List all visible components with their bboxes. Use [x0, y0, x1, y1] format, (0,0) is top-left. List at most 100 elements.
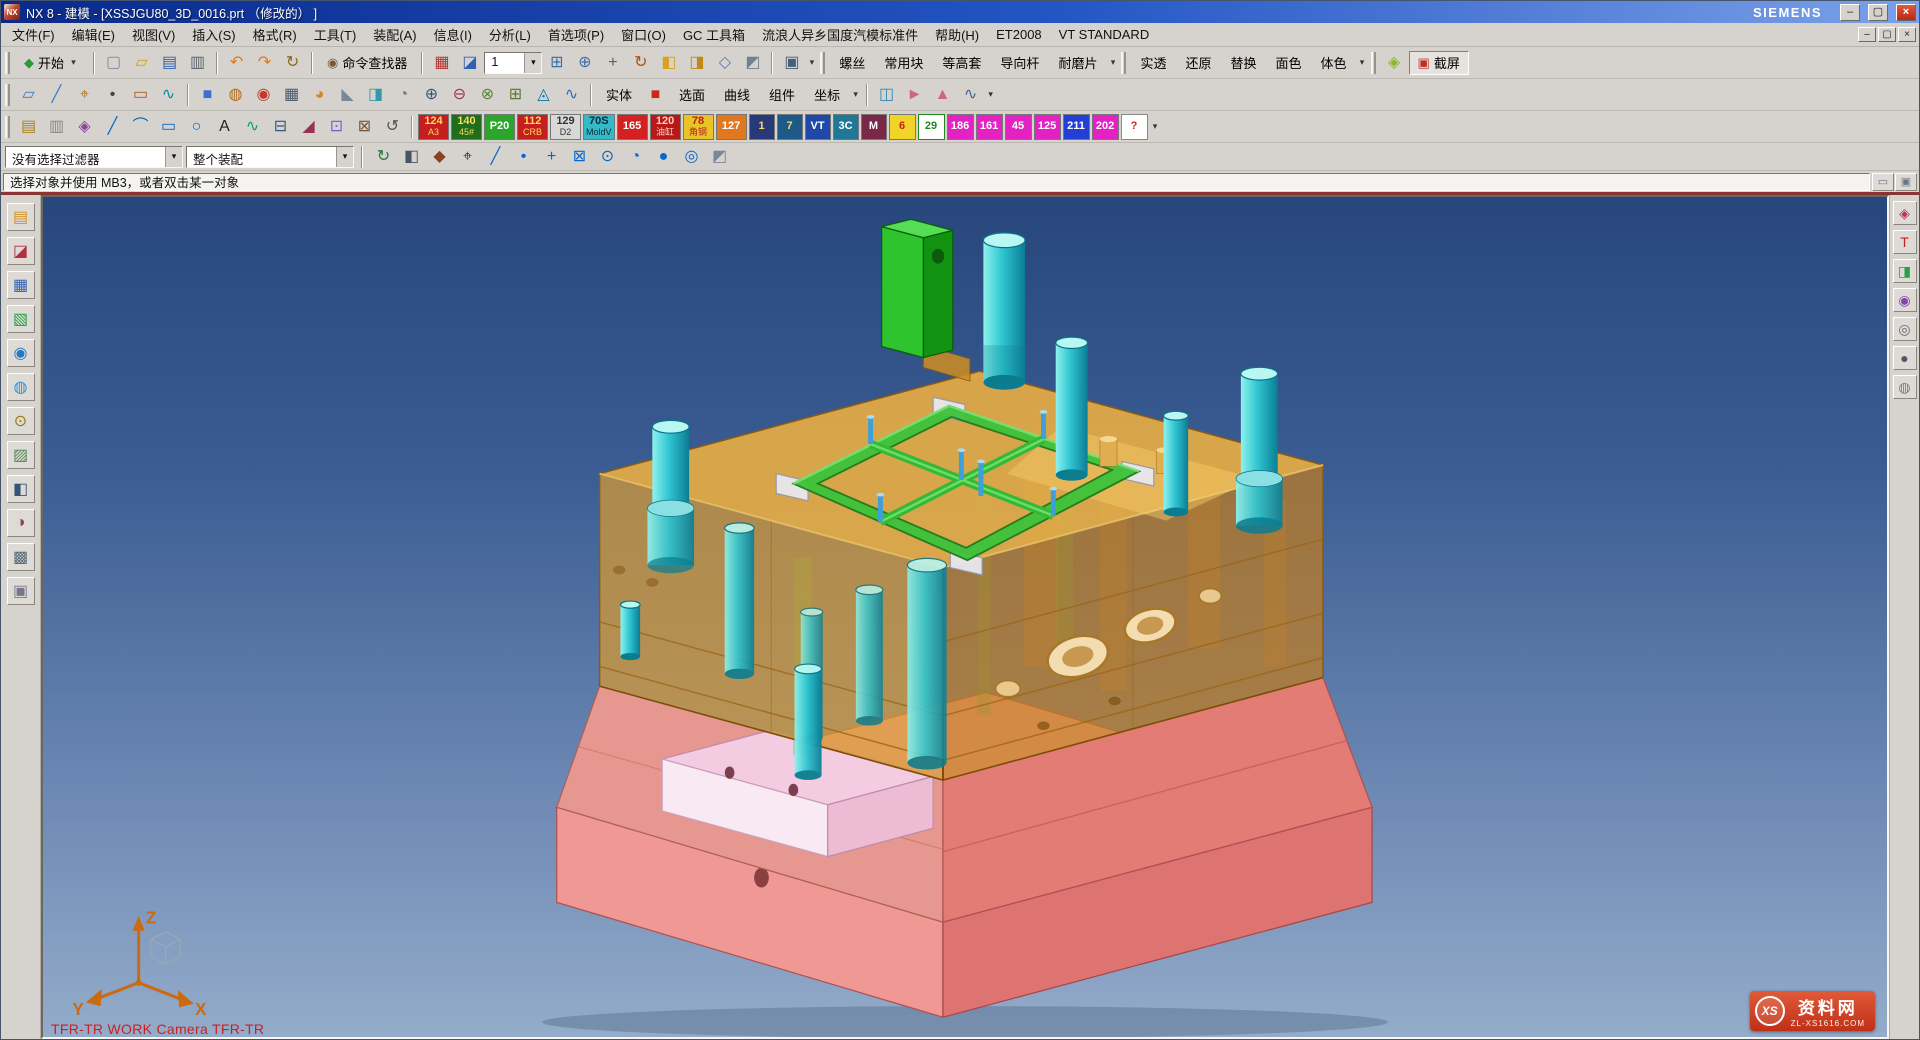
toolbar-grip[interactable]	[820, 52, 825, 74]
menu-item[interactable]: 文件(F)	[4, 23, 63, 47]
shaded-with-edges-icon[interactable]: ◧	[655, 50, 682, 76]
chevron-down-icon[interactable]: ▾	[336, 147, 353, 167]
text-icon[interactable]: A	[211, 114, 238, 140]
arc-icon[interactable]: ⌒	[127, 114, 154, 140]
project-curve-icon[interactable]: ⊡	[323, 114, 350, 140]
user-role-icon[interactable]: ◪	[456, 50, 483, 76]
mold-gem-icon[interactable]: ◈	[71, 114, 98, 140]
redo-icon[interactable]: ↷	[251, 50, 278, 76]
intersection-point-icon[interactable]: ⊠	[566, 144, 593, 170]
menu-item[interactable]: 格式(R)	[245, 23, 305, 47]
material-button[interactable]: P20	[484, 114, 515, 140]
material-button[interactable]: 165	[617, 114, 648, 140]
datum-axis-icon[interactable]: ╱	[43, 82, 70, 108]
mold-standard-button[interactable]: 耐磨片	[1049, 51, 1106, 75]
trim-curve-icon[interactable]: ◢	[295, 114, 322, 140]
spline-icon[interactable]: ∿	[239, 114, 266, 140]
material-button[interactable]: 70S MoldV	[583, 114, 615, 140]
child-minimize-button[interactable]: –	[1858, 27, 1876, 42]
datum-csys-icon[interactable]: ⌖	[71, 82, 98, 108]
display-mode-button[interactable]: 替换	[1221, 51, 1265, 75]
catalog-number-button[interactable]: 29	[918, 114, 945, 140]
display-mode-button[interactable]: 体色	[1312, 51, 1356, 75]
menu-item[interactable]: 流浪人异乡国度汽模标准件	[754, 23, 926, 47]
display-mode-button[interactable]: 实透	[1131, 51, 1175, 75]
subtract-icon[interactable]: ⊖	[446, 82, 473, 108]
selection-refresh-icon[interactable]: ↻	[370, 144, 397, 170]
chevron-down-icon[interactable]: ▾	[524, 53, 541, 73]
catalog-number-button[interactable]: 202	[1092, 114, 1119, 140]
catalog-number-button[interactable]: 125	[1034, 114, 1061, 140]
selection-type-button[interactable]: 组件	[760, 83, 804, 107]
mold-standard-button[interactable]: 导向杆	[991, 51, 1048, 75]
dark-sphere-icon[interactable]: ●	[1893, 346, 1917, 370]
mid-point-icon[interactable]: •	[510, 144, 537, 170]
mold-tool-b-icon[interactable]: ▥	[43, 114, 70, 140]
xg-tool-icon[interactable]: ◈	[1893, 201, 1917, 225]
menu-item[interactable]: 窗口(O)	[613, 23, 674, 47]
chevron-down-icon[interactable]: ▾	[1357, 57, 1368, 68]
rotate-view-icon[interactable]: ↻	[627, 50, 654, 76]
text-annotation-icon[interactable]: T	[1893, 230, 1917, 254]
chevron-down-icon[interactable]: ▾	[850, 89, 861, 100]
display-mode-button[interactable]: 还原	[1176, 51, 1220, 75]
selection-type-button[interactable]: 选面	[670, 83, 714, 107]
solid-button[interactable]: 实体	[597, 83, 641, 107]
point-on-face-icon[interactable]: ◎	[678, 144, 705, 170]
start-button[interactable]: ◆ 开始 ▾	[15, 51, 88, 75]
trim-body-icon[interactable]: ◨	[362, 82, 389, 108]
sweep-icon[interactable]: ∿	[558, 82, 585, 108]
arc-center-icon[interactable]: ⊙	[594, 144, 621, 170]
prompt-dock-icon[interactable]: ▭	[1872, 173, 1894, 191]
offset-curve-icon[interactable]: ⊟	[267, 114, 294, 140]
roles-icon[interactable]: ◑	[7, 509, 35, 537]
child-restore-button[interactable]: ▢	[1878, 27, 1896, 42]
edge-blend-icon[interactable]: ◕	[306, 82, 333, 108]
menu-item[interactable]: 信息(I)	[426, 23, 480, 47]
mold-standard-button[interactable]: 常用块	[875, 51, 932, 75]
prompt-pin-icon[interactable]: ▣	[1895, 173, 1917, 191]
constraint-navigator-icon[interactable]: ◪	[7, 237, 35, 265]
menu-item[interactable]: 装配(A)	[365, 23, 424, 47]
catalog-number-button[interactable]: 211	[1063, 114, 1090, 140]
material-button[interactable]: 124 A3	[418, 114, 449, 140]
chevron-down-icon[interactable]: ▾	[985, 89, 996, 100]
material-button[interactable]: 127	[716, 114, 747, 140]
selection-filter-dropdown[interactable]: 没有选择过滤器 ▾	[5, 146, 183, 168]
web-browser-icon[interactable]: ◍	[7, 373, 35, 401]
assembly-constraints-icon[interactable]: ▲	[929, 82, 956, 108]
catalog-number-button[interactable]: 45	[1005, 114, 1032, 140]
selection-scope-dropdown[interactable]: 整个装配 ▾	[186, 146, 354, 168]
render-sphere-icon[interactable]: ◉	[1893, 288, 1917, 312]
repeat-command-icon[interactable]: ↻	[279, 50, 306, 76]
chevron-down-icon[interactable]: ▾	[1107, 57, 1118, 68]
toolbar-grip[interactable]	[1121, 52, 1126, 74]
material-button[interactable]: 120 油缸	[650, 114, 681, 140]
open-folder-icon[interactable]: ▱	[128, 50, 155, 76]
material-button[interactable]: 112 CRB	[517, 114, 548, 140]
unite-icon[interactable]: ⊕	[418, 82, 445, 108]
intersect-icon[interactable]: ⊗	[474, 82, 501, 108]
menu-item[interactable]: VT STANDARD	[1051, 24, 1158, 45]
extrude-icon[interactable]: ■	[194, 82, 221, 108]
section-view-icon[interactable]: ◨	[1893, 259, 1917, 283]
menu-item[interactable]: 分析(L)	[481, 23, 539, 47]
system-scenes-icon[interactable]: ▩	[7, 543, 35, 571]
line-icon[interactable]: ╱	[99, 114, 126, 140]
circle-icon[interactable]: ○	[183, 114, 210, 140]
material-button[interactable]: 129 D2	[550, 114, 581, 140]
graphics-viewport[interactable]: Z X Y TFR-TR WORK Camera TFR-TR XS 资料网 Z…	[41, 195, 1889, 1039]
ring-tool-icon[interactable]: ◎	[1893, 317, 1917, 341]
snap-point-toggle-icon[interactable]: ⌖	[454, 144, 481, 170]
mold-standard-button[interactable]: 等高套	[933, 51, 990, 75]
child-close-button[interactable]: ×	[1898, 27, 1916, 42]
chamfer-icon[interactable]: ◣	[334, 82, 361, 108]
new-file-icon[interactable]: ▢	[100, 50, 127, 76]
control-point-icon[interactable]: +	[538, 144, 565, 170]
catalog-number-button[interactable]: 161	[976, 114, 1003, 140]
zoom-icon[interactable]: ⊕	[571, 50, 598, 76]
screen-capture-button[interactable]: ▣ 截屏	[1409, 51, 1469, 75]
show-hide-icon[interactable]: ◫	[873, 82, 900, 108]
print-icon[interactable]: ▥	[184, 50, 211, 76]
standard-part-button[interactable]: 7	[777, 114, 803, 140]
